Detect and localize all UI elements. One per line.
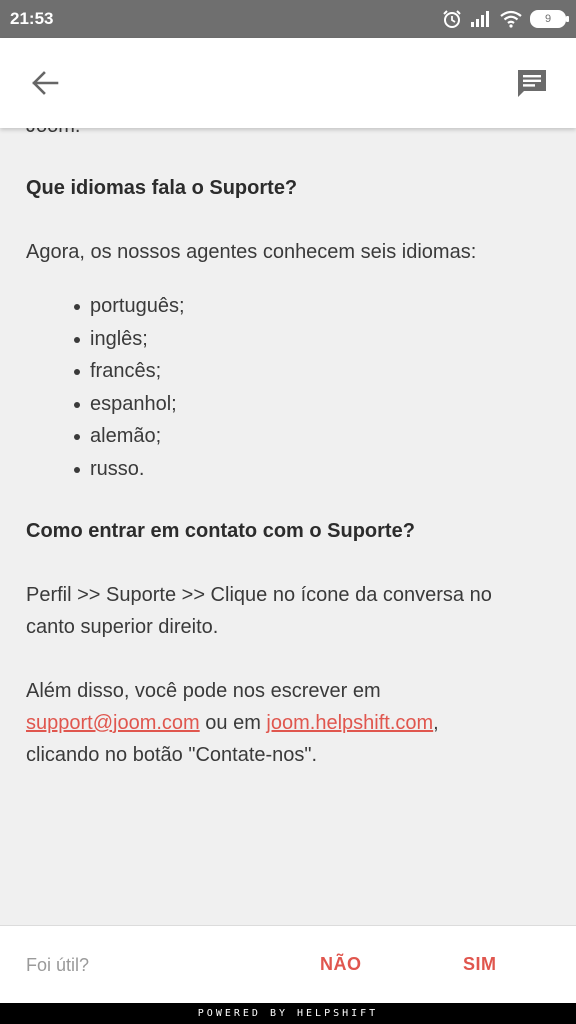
battery-icon: 9 (530, 10, 569, 28)
back-button[interactable] (22, 60, 68, 106)
chat-bubble-icon (518, 70, 546, 97)
status-time: 21:53 (10, 9, 54, 28)
list-item: russo. (74, 453, 546, 486)
contact-path-text: Perfil >> Suporte >> Clique no ícone da … (26, 584, 492, 638)
contact-suffix: clicando no botão "Contate-nos". (26, 744, 318, 766)
email-link[interactable]: support@joom.com (26, 712, 200, 734)
chat-button[interactable] (510, 62, 554, 106)
list-item: português; (74, 290, 546, 323)
languages-list: português; inglês; francês; espanhol; al… (26, 290, 546, 485)
article-body: Joom. Que idiomas fala o Suporte? Agora,… (26, 128, 546, 771)
contact-also-text: Além disso, você pode nos escrever em su… (26, 675, 546, 771)
battery-level: 9 (544, 13, 552, 25)
status-icons: 9 (442, 8, 569, 30)
question-contact-heading: Como entrar em contato com o Suporte? (26, 520, 415, 542)
list-item: francês; (74, 355, 546, 388)
or-text: ou em (205, 712, 261, 734)
list-item: alemão; (74, 420, 546, 453)
question-languages-heading: Que idiomas fala o Suporte? (26, 177, 298, 199)
feedback-bar: Foi útil? NÃO SIM (0, 925, 576, 1004)
helpful-label: Foi útil? (26, 955, 90, 975)
no-button[interactable]: NÃO (320, 954, 362, 975)
alarm-icon (443, 10, 461, 28)
signal-icon (471, 11, 489, 27)
app-bar (0, 38, 576, 128)
contact-prefix: Além disso, você pode nos escrever em (26, 680, 381, 702)
status-bar: 21:53 9 (0, 0, 576, 38)
wifi-icon (500, 10, 522, 28)
cut-off-line: Joom. (26, 128, 546, 142)
yes-button[interactable]: SIM (463, 954, 497, 975)
languages-intro: Agora, os nossos agentes conhecem seis i… (26, 241, 477, 263)
helpshift-link[interactable]: joom.helpshift.com (266, 712, 433, 734)
article-content[interactable]: Joom. Que idiomas fala o Suporte? Agora,… (0, 128, 576, 924)
comma-text: , (433, 712, 439, 734)
list-item: inglês; (74, 323, 546, 356)
arrow-left-icon (32, 71, 59, 95)
list-item: espanhol; (74, 388, 546, 421)
powered-by-banner: POWERED BY HELPSHIFT (0, 1003, 576, 1024)
